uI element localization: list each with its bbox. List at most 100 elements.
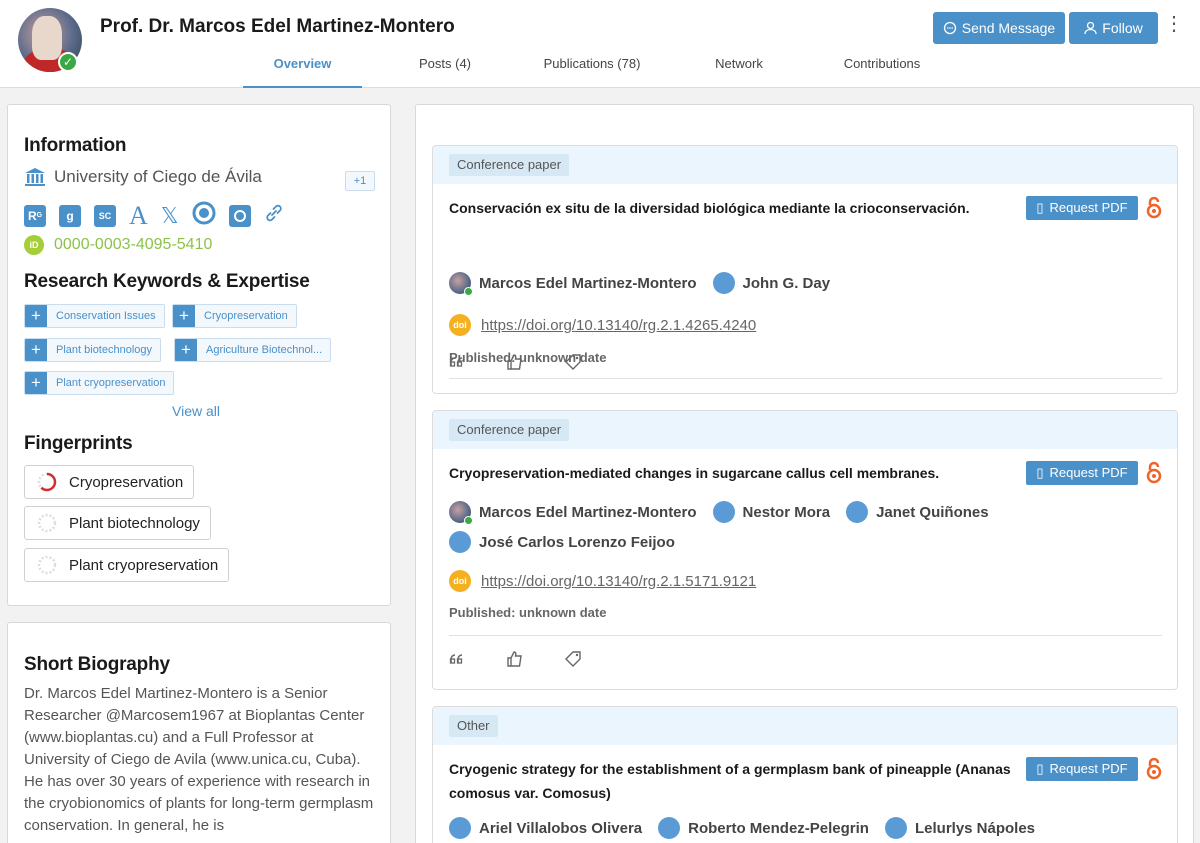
information-card: Information University of Ciego de Ávila… bbox=[7, 104, 391, 606]
institution[interactable]: University of Ciego de Ávila bbox=[24, 167, 262, 187]
author-avatar-icon bbox=[884, 817, 907, 839]
profile-name: Prof. Dr. Marcos Edel Martinez-Montero bbox=[100, 16, 455, 37]
external-profiles: RG g SC A 𝕏 bbox=[24, 201, 284, 230]
biography-card: Short Biography Dr. Marcos Edel Martinez… bbox=[7, 622, 391, 843]
publication-title[interactable]: Cryogenic strategy for the establishment… bbox=[449, 757, 1011, 805]
divider bbox=[449, 635, 1162, 636]
document-icon: ▯ bbox=[1036, 465, 1044, 480]
chat-bubble-icon bbox=[943, 21, 956, 35]
profile-header: ✓ Prof. Dr. Marcos Edel Martinez-Montero… bbox=[0, 0, 1200, 88]
fingerprints-title: Fingerprints bbox=[24, 433, 133, 454]
tab-overview[interactable]: Overview bbox=[243, 56, 362, 88]
publications-card: Conference paper Conservación ex situ de… bbox=[415, 104, 1194, 843]
author[interactable]: Lelurlys Nápoles bbox=[884, 813, 1035, 843]
request-pdf-button[interactable]: ▯ Request PDF bbox=[1026, 757, 1138, 781]
doi-icon: doi bbox=[449, 314, 471, 336]
publication-item: Other Cryogenic strategy for the establi… bbox=[432, 706, 1178, 843]
google-scholar-icon[interactable]: g bbox=[59, 204, 81, 227]
send-message-button[interactable]: Send Message bbox=[933, 12, 1065, 44]
fingerprint-ring-icon bbox=[37, 513, 57, 533]
publication-type-badge: Conference paper bbox=[449, 154, 570, 176]
author[interactable]: Nestor Mora bbox=[712, 497, 830, 527]
request-pdf-button[interactable]: ▯ Request PDF bbox=[1026, 196, 1138, 220]
orcid-value: 0000-0003-4095-5410 bbox=[54, 236, 213, 253]
thumbs-up-icon[interactable] bbox=[506, 353, 524, 371]
biography-text: Dr. Marcos Edel Martinez-Montero is a Se… bbox=[24, 685, 374, 834]
open-access-icon bbox=[1146, 757, 1162, 780]
publication-type-badge: Conference paper bbox=[449, 419, 570, 441]
keyword-chip[interactable]: + Conservation Issues bbox=[24, 304, 165, 328]
keyword-chip[interactable]: + Plant cryopreservation bbox=[24, 371, 175, 395]
fingerprint-item[interactable]: Cryopreservation bbox=[24, 465, 195, 499]
publication-date: Published: unknown date bbox=[449, 605, 607, 620]
tab-contributions[interactable]: Contributions bbox=[820, 56, 944, 88]
plus-icon: + bbox=[25, 372, 47, 394]
orcid-id[interactable]: iD 0000-0003-4095-5410 bbox=[24, 235, 212, 255]
publons-icon[interactable] bbox=[228, 204, 251, 227]
publication-actions bbox=[448, 353, 582, 371]
academia-icon[interactable]: A bbox=[129, 202, 148, 228]
author[interactable]: Marcos Edel Martinez-Montero bbox=[449, 268, 697, 298]
tab-publications[interactable]: Publications (78) bbox=[522, 56, 662, 88]
author-avatar bbox=[449, 272, 473, 296]
more-institutions-badge[interactable]: +1 bbox=[345, 171, 375, 191]
author[interactable]: Janet Quiñones bbox=[846, 497, 989, 527]
author-avatar bbox=[449, 501, 473, 525]
fingerprint-item[interactable]: Plant cryopreservation bbox=[24, 548, 230, 582]
doi-icon: doi bbox=[449, 570, 471, 592]
keywords-title: Research Keywords & Expertise bbox=[24, 271, 310, 292]
author[interactable]: Ariel Villalobos Olivera bbox=[449, 813, 642, 843]
plus-icon: + bbox=[25, 339, 47, 361]
author-list: Marcos Edel Martinez-Montero John G. Day bbox=[449, 268, 1149, 298]
orcid-icon: iD bbox=[24, 235, 44, 255]
divider bbox=[449, 378, 1162, 379]
view-all-keywords-link[interactable]: View all bbox=[172, 403, 220, 419]
fingerprint-label: Cryopreservation bbox=[69, 473, 184, 491]
author[interactable]: José Carlos Lorenzo Feijoo bbox=[449, 527, 675, 557]
keyword-chip[interactable]: + Agriculture Biotechnol... bbox=[174, 338, 332, 362]
publication-actions bbox=[448, 650, 582, 668]
tab-posts[interactable]: Posts (4) bbox=[390, 56, 500, 88]
document-icon: ▯ bbox=[1036, 761, 1044, 776]
quote-icon[interactable] bbox=[448, 353, 466, 371]
publication-type-badge: Other bbox=[449, 715, 498, 737]
quote-icon[interactable] bbox=[448, 650, 466, 668]
thumbs-up-icon[interactable] bbox=[506, 650, 524, 668]
document-icon: ▯ bbox=[1036, 200, 1044, 215]
tag-icon[interactable] bbox=[564, 650, 582, 668]
author[interactable]: Marcos Edel Martinez-Montero bbox=[449, 497, 697, 527]
plus-icon: + bbox=[175, 339, 197, 361]
follow-button[interactable]: Follow bbox=[1069, 12, 1158, 44]
publication-title[interactable]: Cryopreservation-mediated changes in sug… bbox=[449, 461, 939, 485]
user-icon bbox=[1084, 21, 1097, 35]
fingerprint-label: Plant biotechnology bbox=[69, 514, 200, 532]
doi-link[interactable]: doi https://doi.org/10.13140/rg.2.1.4265.… bbox=[449, 314, 756, 336]
link-icon[interactable] bbox=[264, 203, 284, 228]
keyword-chip[interactable]: + Cryopreservation bbox=[172, 304, 297, 328]
author-avatar-icon bbox=[449, 531, 471, 553]
information-title: Information bbox=[24, 135, 127, 156]
author[interactable]: John G. Day bbox=[712, 268, 830, 298]
verified-badge-icon: ✓ bbox=[58, 52, 78, 72]
more-options-icon[interactable]: ⋮ bbox=[1164, 12, 1184, 36]
author-avatar-icon bbox=[712, 272, 735, 294]
tab-network[interactable]: Network bbox=[690, 56, 788, 88]
tag-icon[interactable] bbox=[564, 353, 582, 371]
plus-icon: + bbox=[25, 305, 47, 327]
author-list: Marcos Edel Martinez-Montero Nestor Mora… bbox=[449, 497, 1149, 557]
doi-link[interactable]: doi https://doi.org/10.13140/rg.2.1.5171.… bbox=[449, 570, 756, 592]
open-access-icon bbox=[1146, 196, 1162, 219]
fingerprint-item[interactable]: Plant biotechnology bbox=[24, 506, 211, 540]
publication-title[interactable]: Conservación ex situ de la diversidad bi… bbox=[449, 196, 970, 220]
author[interactable]: Roberto Mendez-Pelegrin bbox=[658, 813, 869, 843]
author-avatar-icon bbox=[658, 817, 681, 839]
request-pdf-button[interactable]: ▯ Request PDF bbox=[1026, 461, 1138, 485]
keyword-chip[interactable]: + Plant biotechnology bbox=[24, 338, 162, 362]
researchgate-icon[interactable]: RG bbox=[24, 204, 46, 227]
publication-item: Conference paper Cryopreservation-mediat… bbox=[432, 410, 1178, 690]
x-icon[interactable]: 𝕏 bbox=[161, 204, 179, 227]
author-avatar-icon bbox=[449, 817, 471, 839]
orcid-ring-icon[interactable] bbox=[192, 201, 216, 230]
scopus-icon[interactable]: SC bbox=[94, 204, 116, 227]
send-message-label: Send Message bbox=[961, 20, 1056, 36]
